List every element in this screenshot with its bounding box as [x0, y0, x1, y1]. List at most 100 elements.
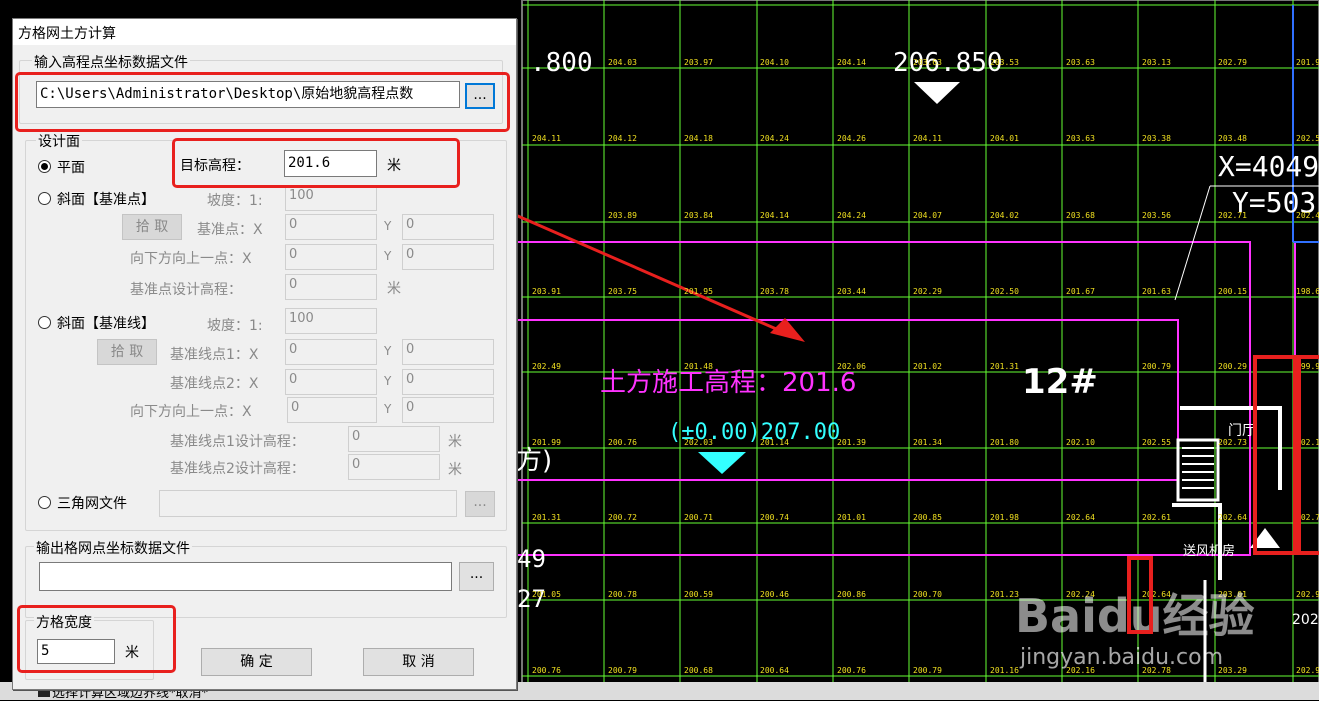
line-point2-y-label: Y [384, 374, 392, 388]
grid-elevation-value: 198.63 [1296, 287, 1319, 296]
grid-elevation-value: 201.05 [532, 590, 561, 599]
grid-elevation-value: 204.12 [608, 134, 637, 143]
grid-elevation-value: 203.84 [684, 211, 713, 220]
line2-design-elevation-input[interactable]: 0 [348, 454, 440, 480]
line2-design-elevation-label: 基准线点2设计高程： [170, 461, 305, 477]
down-point-y-label: Y [384, 249, 392, 263]
down-point-x-input[interactable]: 0 [285, 244, 377, 270]
base-point-x-input[interactable]: 0 [285, 214, 377, 240]
grid-elevation-value: 204.11 [532, 134, 561, 143]
line-point1-x-input[interactable]: 0 [285, 339, 377, 365]
tin-file-radio[interactable] [38, 496, 51, 509]
grid-elevation-value: 203.97 [684, 58, 713, 67]
grid-elevation-value: 201.98 [990, 513, 1019, 522]
ok-button[interactable]: 确 定 [201, 648, 312, 676]
line-point2-y-input[interactable]: 0 [402, 369, 494, 395]
grid-elevation-value: 200.74 [760, 513, 789, 522]
grid-elevation-value: 202.79 [1218, 58, 1247, 67]
output-file-browse-button[interactable]: ... [459, 562, 494, 591]
slope-point-radio[interactable] [38, 192, 51, 205]
slope-line-ratio-input[interactable]: 100 [285, 308, 377, 334]
base-point-y-label: Y [384, 219, 392, 233]
line-point1-y-input[interactable]: 0 [402, 339, 494, 365]
base-point-y-input[interactable]: 0 [402, 214, 494, 240]
grid-elevation-value: 203.53 [990, 58, 1019, 67]
down-point-x-label: 向下方向上一点：X [130, 251, 252, 267]
grid-elevation-value: 200.85 [913, 513, 942, 522]
input-file-group-title: 输入高程点坐标数据文件 [32, 52, 190, 72]
grid-elevation-value: 200.76 [532, 666, 561, 675]
slope-ratio-input[interactable]: 100 [285, 185, 377, 211]
tin-file-path-field[interactable] [159, 490, 457, 517]
grid-elevation-value: 204.11 [913, 134, 942, 143]
slope-line-radio[interactable] [38, 316, 51, 329]
grid-elevation-value: 203.78 [760, 287, 789, 296]
cad-fan-room-label: 送风机房 [1183, 544, 1236, 559]
grid-elevation-value: 204.18 [684, 134, 713, 143]
down-point-y-input[interactable]: 0 [402, 244, 494, 270]
base-design-elevation-input[interactable]: 0 [285, 274, 377, 300]
grid-elevation-value: 202.71 [1218, 211, 1247, 220]
grid-elevation-value: 202.61 [1142, 513, 1171, 522]
annotation-arrow-head [770, 318, 805, 342]
grid-elevation-value: 204.03 [608, 58, 637, 67]
grid-elevation-value: 201.95 [684, 287, 713, 296]
line1-design-elevation-input[interactable]: 0 [348, 426, 440, 452]
dialog-titlebar[interactable]: 方格网土方计算 [13, 19, 516, 45]
grid-elevation-value: 204.14 [760, 211, 789, 220]
annotation-box-target-elevation [172, 138, 460, 188]
grid-elevation-value: 200.46 [760, 590, 789, 599]
pick-base-point-button[interactable]: 拾 取 [122, 214, 182, 240]
grid-elevation-value: 201.31 [990, 362, 1019, 371]
line2-design-elevation-unit: 米 [448, 462, 462, 478]
output-file-path-field[interactable] [39, 562, 452, 591]
cad-side-text-2: 49 [517, 545, 546, 573]
cancel-button[interactable]: 取 消 [363, 648, 474, 676]
grid-elevation-value: 201.80 [990, 438, 1019, 447]
grid-elevation-value: 202.64 [1218, 513, 1247, 522]
line-point2-x-label: 基准线点2：X [170, 376, 259, 392]
pick-base-line-button[interactable]: 拾 取 [97, 339, 157, 365]
grid-elevation-value: 203.63 [913, 58, 942, 67]
cad-elevation-left: .800 [530, 48, 593, 78]
grid-elevation-value: 202.10 [1066, 438, 1095, 447]
grid-elevation-value: 200.72 [608, 513, 637, 522]
line-down-point-y-input[interactable]: 0 [402, 397, 494, 423]
line-down-point-x-input[interactable]: 0 [287, 397, 377, 423]
tin-file-browse-button[interactable]: ... [465, 491, 495, 517]
annotation-box-input-file [15, 72, 510, 132]
grid-elevation-value: 203.63 [1066, 58, 1095, 67]
plane-radio[interactable] [38, 160, 51, 173]
line-point2-x-input[interactable]: 0 [285, 369, 377, 395]
grid-elevation-value: 202.29 [913, 287, 942, 296]
grid-elevation-value: 200.29 [1218, 362, 1247, 371]
line-point1-x-label: 基准线点1：X [170, 347, 259, 363]
grid-elevation-value: 201.14 [760, 438, 789, 447]
grid-elevation-value: 204.01 [990, 134, 1019, 143]
grid-elevation-value: 204.14 [837, 58, 866, 67]
grid-elevation-value: 202.03 [684, 438, 713, 447]
grid-elevation-value: 200.15 [1218, 287, 1247, 296]
slope-line-label: 斜面【基准线】 [57, 316, 155, 332]
grid-elevation-value: 201.02 [913, 362, 942, 371]
grid-elevation-value: 201.34 [913, 438, 942, 447]
grid-elevation-value: 202.55 [1142, 438, 1171, 447]
grid-elevation-value: 200.76 [608, 438, 637, 447]
base-design-elevation-label: 基准点设计高程： [130, 282, 242, 298]
cad-earthwork-elevation-label: 土方施工高程：201.6 [600, 368, 857, 398]
grid-elevation-value: 200.64 [760, 666, 789, 675]
slope-ratio-label: 坡度：1: [207, 193, 263, 209]
grid-elevation-value: 204.24 [760, 134, 789, 143]
cad-coordinate-x: X=4049 [1218, 150, 1319, 183]
grid-elevation-value: 200.79 [1142, 362, 1171, 371]
cad-elevation-top: 206.850 [893, 48, 1003, 78]
design-surface-group-title: 设计面 [36, 131, 82, 151]
grid-elevation-value: 204.24 [837, 211, 866, 220]
zero-elevation-marker-triangle [698, 452, 746, 474]
annotation-box-right-2 [1127, 556, 1153, 634]
grid-elevation-value: 201.16 [990, 666, 1019, 675]
grid-elevation-value: 203.44 [837, 287, 866, 296]
tin-file-label: 三角网文件 [57, 496, 127, 512]
grid-elevation-value: 201.99 [532, 438, 561, 447]
cad-right-tag: 202 [1292, 612, 1319, 628]
